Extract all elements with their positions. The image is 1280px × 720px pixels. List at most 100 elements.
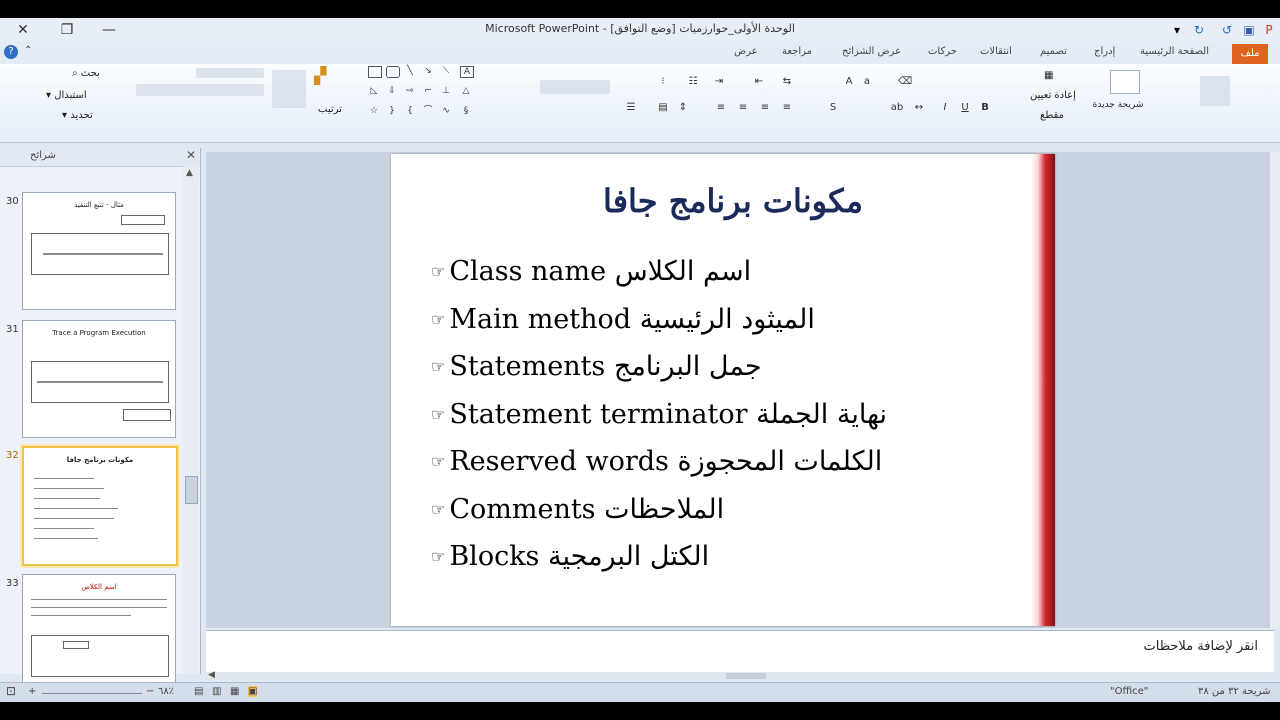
help-icon[interactable]: ? — [4, 45, 18, 59]
triangle-up-shape-icon[interactable]: △ — [460, 86, 472, 96]
justify-icon[interactable]: ☰ — [624, 102, 638, 114]
slide-thumbnail[interactable]: مثال - تتبع التنفيذ — [22, 192, 176, 310]
slide-thumbnail[interactable]: Trace a Program Execution — [22, 320, 176, 438]
align-right-icon[interactable]: ≡ — [714, 102, 728, 114]
zoom-level[interactable]: ٦٨٪ — [158, 686, 174, 697]
align-center-icon[interactable]: ≡ — [736, 102, 750, 114]
zoom-slider[interactable] — [42, 693, 142, 694]
select-button[interactable]: ▾ تحديد — [62, 110, 93, 121]
italic-icon[interactable]: I — [938, 102, 952, 114]
outdent-icon[interactable]: ⇤ — [752, 76, 766, 88]
clear-format-icon[interactable]: ⌫ — [898, 76, 912, 88]
title-bar: ✕ ❐ — Microsoft PowerPoint - [وضع التواف… — [0, 18, 1280, 43]
triangle-shape-icon[interactable]: ◺ — [368, 86, 380, 96]
tab-review[interactable]: مراجعة — [782, 46, 812, 57]
slideshow-view-icon[interactable]: ▤ — [194, 686, 203, 697]
curve-shape-icon[interactable]: ∿ — [440, 106, 452, 116]
scroll-up-icon[interactable]: ▲ — [186, 168, 193, 178]
freeform-shape-icon[interactable]: § — [460, 106, 472, 116]
brace-shape-icon[interactable]: } — [386, 106, 398, 116]
zoom-out-icon[interactable]: − — [146, 686, 154, 697]
bullets-icon[interactable]: ⁝ — [656, 76, 670, 88]
arrange-icon[interactable]: ▞ — [314, 66, 336, 88]
zoom-in-icon[interactable]: + — [28, 686, 36, 697]
hscroll-thumb[interactable] — [726, 673, 766, 679]
slide-title[interactable]: مكونات برنامج جافا — [391, 182, 1055, 220]
rectangle-shape-icon[interactable] — [368, 66, 382, 78]
new-slide-button[interactable]: شريحة جديدة — [1092, 100, 1144, 110]
arc-shape-icon[interactable]: ⌒ — [422, 106, 434, 116]
tab-home[interactable]: الصفحة الرئيسية — [1140, 46, 1209, 57]
reset-button[interactable]: إعادة تعيين — [1030, 90, 1076, 101]
tab-transitions[interactable]: انتقالات — [980, 46, 1012, 57]
slides-pane-scrollbar[interactable]: ▲ — [183, 166, 199, 674]
bold-icon[interactable]: B — [978, 102, 992, 114]
numbering-icon[interactable]: ☷ — [686, 76, 700, 88]
arrow-line-shape-icon[interactable]: ↘ — [422, 66, 434, 76]
editor-scrollbar[interactable] — [1270, 152, 1280, 628]
align-left-icon[interactable]: ≡ — [758, 102, 772, 114]
quick-styles-gallery[interactable] — [272, 70, 306, 108]
tab-file[interactable]: ملف — [1232, 44, 1268, 64]
undo-icon[interactable]: ↺ — [1218, 21, 1236, 39]
reading-view-icon[interactable]: ▥ — [212, 686, 221, 697]
paste-icon[interactable] — [1200, 76, 1230, 106]
spacing-icon[interactable]: ↔ — [912, 102, 926, 114]
bullet-list[interactable]: ☞ Class name اسم الكلاس ☞ Main method المي… — [431, 256, 1031, 589]
columns-icon[interactable]: ▤ — [656, 102, 670, 114]
star-shape-icon[interactable]: ☆ — [368, 106, 380, 116]
current-slide[interactable]: مكونات برنامج جافا ☞ Class name اسم الكلا… — [391, 154, 1055, 626]
save-icon[interactable]: ▣ — [1240, 21, 1258, 39]
horizontal-scrollbar[interactable]: ◀ — [206, 670, 1274, 680]
thumbnail-title: Trace a Program Execution — [52, 329, 146, 337]
sorter-view-icon[interactable]: ▦ — [230, 686, 239, 697]
grow-font-icon[interactable]: A — [842, 76, 856, 88]
slide-thumbnail[interactable]: اسم الكلاس — [22, 574, 176, 692]
notes-placeholder[interactable]: انقر لإضافة ملاحظات — [1144, 639, 1258, 654]
text-direction-icon[interactable]: ⇆ — [780, 76, 794, 88]
slides-tab[interactable]: شرائح — [30, 150, 56, 161]
close-pane-icon[interactable]: ✕ — [186, 148, 196, 162]
line-spacing-icon[interactable]: ⇕ — [676, 102, 690, 114]
find-button[interactable]: ⌕ بحث — [72, 68, 100, 79]
layout-icon: ▦ — [1044, 70, 1054, 81]
customize-qat-icon[interactable]: ▾ — [1168, 21, 1186, 39]
text-shadow-icon[interactable]: S — [826, 102, 840, 114]
tab-slideshow[interactable]: عرض الشرائح — [842, 46, 901, 57]
minimize-icon[interactable]: — — [96, 21, 122, 39]
connector-shape-icon[interactable]: ⟍ — [440, 66, 452, 76]
textbox-shape-icon[interactable]: A — [460, 66, 474, 78]
underline-icon[interactable]: U — [958, 102, 972, 114]
strike-icon[interactable]: ab — [890, 102, 904, 114]
rounded-rect-shape-icon[interactable] — [386, 66, 400, 78]
right-arrow-shape-icon[interactable]: ⇨ — [404, 86, 416, 96]
layout-button[interactable]: ▦ — [1044, 70, 1053, 81]
notes-pane[interactable]: انقر لإضافة ملاحظات — [206, 630, 1274, 673]
brace-left-shape-icon[interactable]: { — [404, 106, 416, 116]
indent-icon[interactable]: ⇥ — [712, 76, 726, 88]
scroll-thumb[interactable] — [185, 476, 198, 504]
tab-design[interactable]: تصميم — [1040, 46, 1067, 57]
tab-view[interactable]: عرض — [734, 46, 758, 57]
distribute-icon[interactable]: ≡ — [780, 102, 794, 114]
slide-thumbnail-selected[interactable]: مكونات برنامج جافا — [22, 446, 178, 566]
slide-editing-area: مكونات برنامج جافا ☞ Class name اسم الكلا… — [206, 152, 1274, 628]
line-shape-icon[interactable]: ╲ — [404, 66, 416, 76]
normal-view-icon[interactable]: ▣ — [248, 686, 258, 697]
new-slide-icon[interactable] — [1110, 70, 1140, 94]
replace-button[interactable]: ▾ استبدال — [46, 90, 87, 101]
collapse-ribbon-icon[interactable]: ⌃ — [24, 45, 32, 56]
fit-window-icon[interactable]: ⊡ — [6, 684, 16, 698]
scroll-left-icon[interactable]: ◀ — [208, 670, 215, 680]
section-button[interactable]: مقطع — [1040, 110, 1064, 121]
close-icon[interactable]: ✕ — [10, 21, 36, 39]
shrink-font-icon[interactable]: a — [860, 76, 874, 88]
tab-animations[interactable]: حركات — [928, 46, 957, 57]
arrange-button[interactable]: ترتيب — [318, 104, 342, 115]
restore-icon[interactable]: ❐ — [54, 21, 80, 39]
down-arrow-shape-icon[interactable]: ⇩ — [386, 86, 398, 96]
redo-icon[interactable]: ↻ — [1190, 21, 1208, 39]
bracket-shape-icon[interactable]: ⌐ — [422, 86, 434, 96]
elbow-shape-icon[interactable]: ⊥ — [440, 86, 452, 96]
tab-insert[interactable]: إدراج — [1094, 46, 1115, 57]
